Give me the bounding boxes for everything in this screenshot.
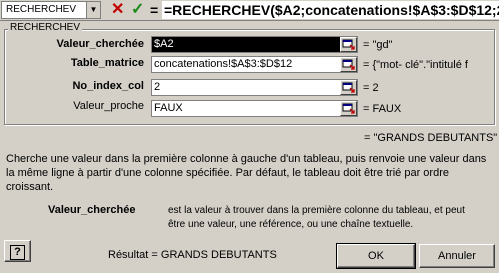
name-box-dropdown-icon[interactable]: ▼	[87, 1, 101, 19]
arg-input-no-index-col[interactable]: 2	[151, 79, 358, 96]
help-icon: ?	[10, 245, 25, 260]
name-box[interactable]: RECHERCHEV	[1, 1, 87, 19]
insert-function-icon[interactable]: =	[150, 2, 158, 18]
formula-bar-divider	[0, 20, 499, 21]
arg-input-valeur-proche[interactable]: FAUX	[151, 100, 358, 117]
collapse-dialog-icon[interactable]	[340, 57, 357, 72]
arg-result-no-index-col: = 2	[363, 82, 379, 94]
arg-label-table-matrice: Table_matrice	[70, 57, 144, 69]
formula-input[interactable]: =RECHERCHEV($A2;concatenations!$A$3:$D$1…	[162, 1, 499, 19]
arg-result-valeur-cherchee: = "gd"	[363, 39, 393, 51]
collapse-dialog-icon[interactable]	[340, 37, 357, 52]
arg-result-table-matrice: = {"mot- clé"."intitulé f	[363, 59, 468, 71]
collapse-dialog-icon[interactable]	[340, 80, 357, 95]
arg-result-valeur-proche: = FAUX	[363, 103, 402, 115]
collapse-dialog-icon[interactable]	[340, 101, 357, 116]
cancel-formula-icon[interactable]: ✕	[111, 1, 124, 19]
arg-input-table-matrice[interactable]: concatenations!$A$3:$D$12	[151, 56, 358, 73]
function-description: Cherche une valeur dans la première colo…	[6, 153, 487, 193]
arg-input-valeur-cherchee[interactable]: $A2	[151, 36, 358, 53]
ok-button[interactable]: OK	[336, 243, 416, 269]
result-line: Résultat = GRANDS DEBUTANTS	[108, 249, 277, 261]
arg-help-name: Valeur_cherchée	[48, 204, 136, 216]
group-title: RECHERCHEV	[8, 22, 83, 34]
enter-formula-icon[interactable]: ✓	[131, 1, 144, 19]
formula-total-result: = "GRANDS DEBUTANTS"	[364, 132, 498, 144]
arg-label-valeur-proche: Valeur_proche	[73, 100, 144, 112]
cancel-button[interactable]: Annuler	[419, 244, 495, 268]
arg-label-valeur-cherchee: Valeur_cherchée	[56, 38, 144, 50]
help-button[interactable]: ?	[4, 240, 31, 262]
arg-help-text: est la valeur à trouver dans la première…	[168, 205, 465, 230]
formula-bar: RECHERCHEV ▼ ✕ ✓ = =RECHERCHEV($A2;conca…	[0, 0, 499, 22]
arg-label-no-index-col: No_index_col	[72, 80, 144, 92]
